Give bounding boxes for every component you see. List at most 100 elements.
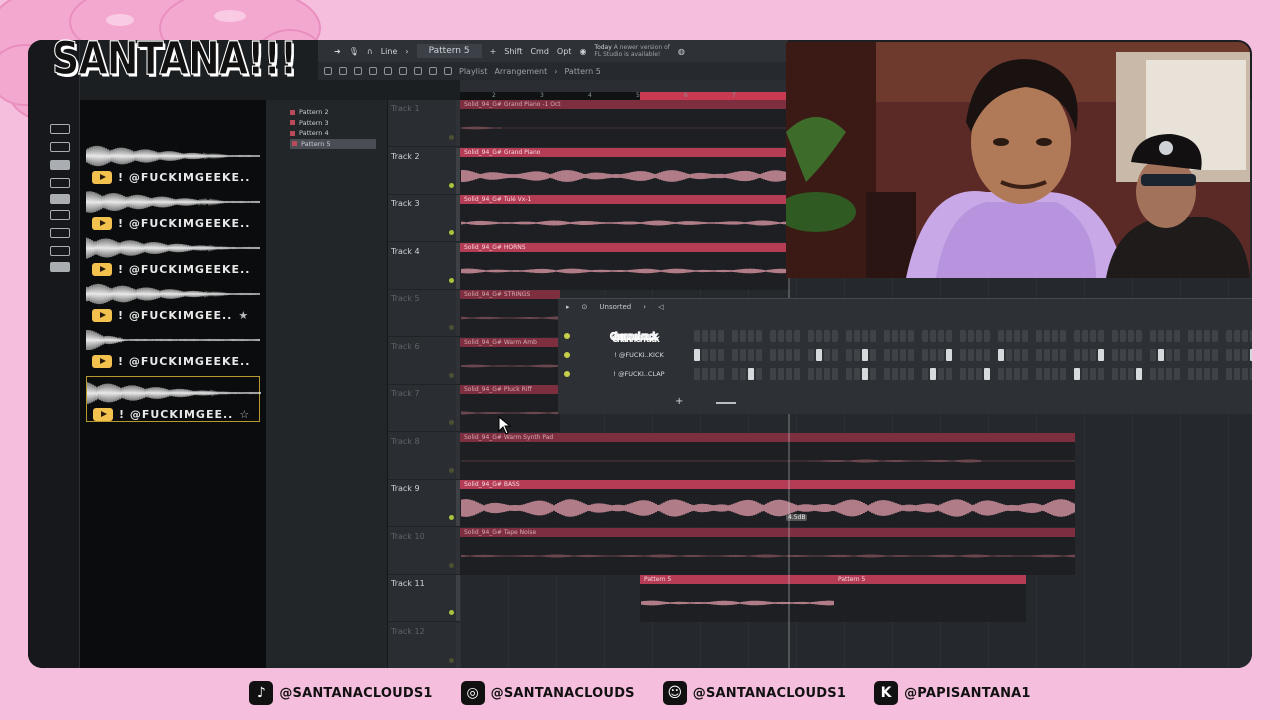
step-button[interactable] [1112,368,1118,380]
playlist-clip[interactable]: Solid_94_G# Warm Amb [460,337,560,385]
play-icon[interactable]: ➜ [334,47,341,56]
step-button[interactable] [1150,330,1156,342]
step-button[interactable] [922,349,928,361]
track-mute-led[interactable] [449,467,454,473]
step-button[interactable] [976,349,982,361]
step-button[interactable] [1250,368,1252,380]
step-button[interactable] [1074,330,1080,342]
channel-mute-led[interactable] [564,371,570,377]
step-button[interactable] [946,330,952,342]
step-button[interactable] [862,368,868,380]
options-icon[interactable]: ⊙ [582,303,588,311]
step-button[interactable] [846,368,852,380]
loop-icon[interactable] [50,210,70,220]
step-button[interactable] [710,349,716,361]
draw-icon[interactable] [324,67,332,75]
step-button[interactable] [908,330,914,342]
step-button[interactable] [1242,368,1248,380]
step-button[interactable] [862,330,868,342]
step-button[interactable] [756,368,762,380]
step-button[interactable] [1044,368,1050,380]
step-button[interactable] [1212,368,1218,380]
step-button[interactable] [808,349,814,361]
step-button[interactable] [1022,368,1028,380]
step-button[interactable] [870,349,876,361]
step-button[interactable] [756,330,762,342]
playlist-clip[interactable]: Solid_94_G# STRINGS [460,290,560,337]
sample-item[interactable]: ! @FUCKIMGEEKE.. [86,324,260,370]
step-button[interactable] [778,349,784,361]
playlist-clip[interactable]: Solid_94_G# Warm Synth Pad [460,432,1075,480]
step-button[interactable] [702,330,708,342]
step-button[interactable] [1060,349,1066,361]
playback-icon[interactable] [444,67,452,75]
playlist-clip[interactable]: Solid_94_G# Tape Noise [460,527,1075,575]
step-button[interactable] [960,368,966,380]
track-mute-led[interactable] [449,182,454,188]
step-button[interactable] [1204,330,1210,342]
step-button[interactable] [1036,330,1042,342]
shift-key[interactable]: Shift [504,47,522,56]
step-button[interactable] [1188,330,1194,342]
step-button[interactable] [1150,349,1156,361]
step-button[interactable] [1014,349,1020,361]
mic-icon[interactable]: 🎙 [349,47,359,56]
step-button[interactable] [1226,368,1232,380]
step-button[interactable] [922,368,928,380]
step-button[interactable] [710,368,716,380]
opt-key[interactable]: Opt [557,47,572,56]
step-button[interactable] [1136,349,1142,361]
timeline-ruler[interactable]: 2 3 4 5 6 7 [460,80,790,100]
step-button[interactable] [808,330,814,342]
step-button[interactable] [824,368,830,380]
playlist-clip[interactable]: Solid_94_G# Grand Piano [460,147,790,195]
arrow-icon[interactable]: › [405,47,408,56]
sample-item[interactable]: ! @FUCKIMGEE.. ☆ [86,376,261,422]
track-header[interactable]: Track 2 [388,147,460,195]
step-button[interactable] [756,349,762,361]
step-button[interactable] [938,368,944,380]
playlist-clip[interactable]: Solid_94_G# Tulé Vx-1 [460,195,790,242]
step-button[interactable] [1234,349,1240,361]
step-button[interactable] [1188,349,1194,361]
step-button[interactable] [1052,330,1058,342]
step-button[interactable] [1242,349,1248,361]
step-button[interactable] [900,349,906,361]
channel-row[interactable]: Sampler [564,330,1252,342]
sample-item[interactable]: ! @FUCKIMGEE.. ★ [86,278,260,324]
step-button[interactable] [770,330,776,342]
step-button[interactable] [1128,349,1134,361]
step-button[interactable] [884,368,890,380]
step-button[interactable] [832,368,838,380]
step-button[interactable] [1022,330,1028,342]
step-button[interactable] [778,368,784,380]
step-button[interactable] [1082,330,1088,342]
step-button[interactable] [1250,330,1252,342]
step-button[interactable] [1166,349,1172,361]
step-button[interactable] [854,368,860,380]
delete-icon[interactable] [354,67,362,75]
step-button[interactable] [968,330,974,342]
channel-name[interactable]: ! @FUCKI..KICK [604,349,674,361]
channel-mute-led[interactable] [564,333,570,339]
step-button[interactable] [930,330,936,342]
step-button[interactable] [1196,349,1202,361]
step-button[interactable] [786,330,792,342]
step-button[interactable] [1120,330,1126,342]
track-mute-led[interactable] [449,657,454,663]
step-button[interactable] [732,349,738,361]
playlist-clip[interactable]: Pattern 5 [834,575,1026,622]
step-button[interactable] [1074,368,1080,380]
step-button[interactable] [1128,368,1134,380]
step-button[interactable] [694,368,700,380]
step-button[interactable] [1136,330,1142,342]
step-button[interactable] [732,368,738,380]
channel-mute-led[interactable] [564,352,570,358]
track-header[interactable]: Track 4 [388,242,460,290]
playlist-pattern-label[interactable]: Pattern 5 [564,67,600,76]
step-button[interactable] [786,349,792,361]
track-mute-led[interactable] [449,610,454,615]
step-button[interactable] [1158,330,1164,342]
step-button[interactable] [1174,330,1180,342]
step-button[interactable] [892,330,898,342]
